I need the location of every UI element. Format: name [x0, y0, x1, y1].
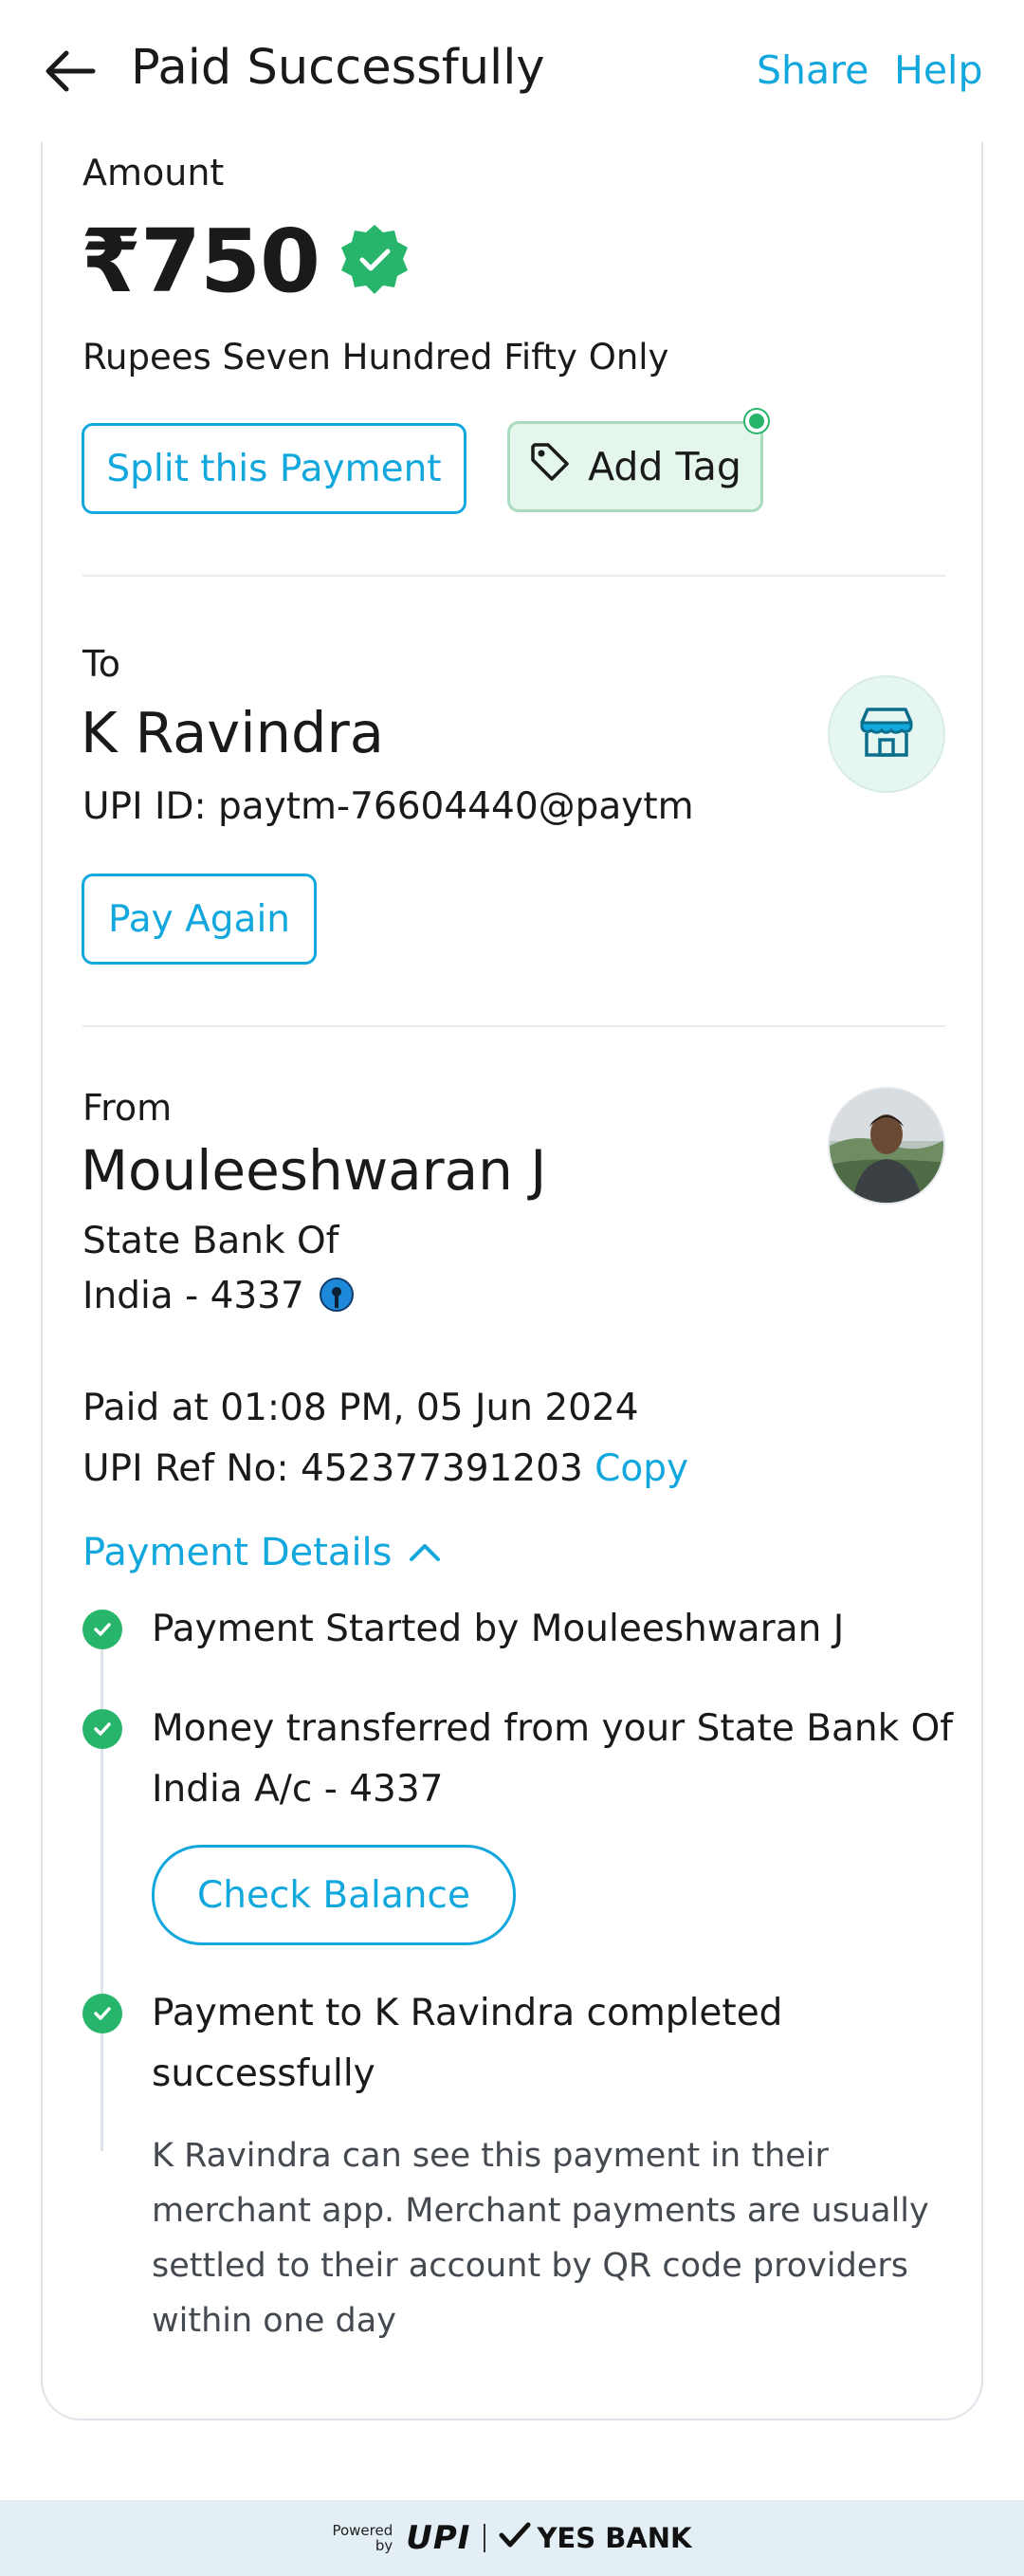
share-button[interactable]: Share — [757, 47, 869, 93]
upi-logo: UPI — [406, 2519, 471, 2557]
payee-upi-id: UPI ID: paytm-76604440@paytm — [82, 785, 694, 828]
store-icon — [856, 702, 917, 766]
add-tag-button[interactable]: Add Tag — [507, 421, 763, 512]
step-complete-check-icon — [82, 1994, 122, 2033]
payee-name: K Ravindra — [81, 700, 384, 765]
from-label: From — [82, 1087, 173, 1129]
help-button[interactable]: Help — [894, 47, 982, 93]
yes-bank-tick-icon — [499, 2522, 531, 2555]
paid-at-timestamp: Paid at 01:08 PM, 05 Jun 2024 — [82, 1387, 639, 1429]
payment-details-toggle[interactable]: Payment Details — [82, 1531, 444, 1574]
add-tag-label: Add Tag — [588, 444, 741, 489]
footer-separator — [484, 2524, 486, 2552]
powered-by-text: Powered by — [332, 2523, 393, 2553]
yes-bank-logo: YES BANK — [499, 2522, 692, 2555]
upi-ref-number: UPI Ref No: 452377391203 — [82, 1447, 583, 1490]
merchant-avatar — [828, 675, 945, 793]
timeline-step-2-text: Money transferred from your State Bank O… — [152, 1707, 954, 1811]
bank-name: YES BANK — [537, 2522, 692, 2554]
payment-details-label: Payment Details — [82, 1531, 393, 1574]
divider — [82, 575, 945, 577]
upi-ref-row: UPI Ref No: 452377391203 Copy — [82, 1447, 688, 1490]
powered-by-footer: Powered by UPI YES BANK — [0, 2500, 1024, 2576]
pay-again-button[interactable]: Pay Again — [82, 874, 317, 965]
split-payment-button[interactable]: Split this Payment — [82, 423, 466, 514]
payer-bank-line2: India - 4337 — [82, 1275, 304, 1317]
timeline-step-3-text: Payment to K Ravindra completed successf… — [152, 1992, 783, 2095]
back-arrow-icon[interactable] — [38, 38, 104, 104]
payer-avatar — [828, 1087, 945, 1205]
payer-bank-line2-row: India - 4337 — [82, 1275, 356, 1317]
to-label: To — [82, 643, 121, 685]
amount-label: Amount — [82, 152, 225, 193]
tag-icon — [529, 441, 571, 492]
settlement-note: K Ravindra can see this payment in their… — [152, 2137, 929, 2340]
powered-line2: by — [375, 2537, 393, 2554]
copy-ref-button[interactable]: Copy — [594, 1447, 688, 1490]
payer-name: Mouleeshwaran J — [81, 1138, 547, 1203]
amount-row: ₹750 — [81, 211, 412, 312]
powered-line1: Powered — [332, 2522, 393, 2539]
step-complete-check-icon — [82, 1709, 122, 1749]
new-indicator-dot — [745, 410, 768, 432]
sbi-logo-icon — [318, 1276, 356, 1317]
payment-receipt-card: Amount ₹750 Rupees Seven Hundred Fifty O… — [41, 142, 983, 2420]
payer-bank-line1: State Bank Of — [82, 1220, 339, 1262]
top-app-bar: Paid Successfully Share Help — [0, 0, 1024, 142]
step-complete-check-icon — [82, 1610, 122, 1649]
chevron-up-icon — [406, 1531, 444, 1574]
verified-badge-icon — [337, 222, 412, 302]
timeline-step-1-text: Payment Started by Mouleeshwaran J — [152, 1608, 845, 1650]
page-title: Paid Successfully — [131, 40, 545, 96]
check-balance-button[interactable]: Check Balance — [152, 1845, 516, 1945]
divider — [82, 1025, 945, 1027]
amount-in-words: Rupees Seven Hundred Fifty Only — [82, 337, 669, 377]
amount-value: ₹750 — [81, 211, 320, 312]
